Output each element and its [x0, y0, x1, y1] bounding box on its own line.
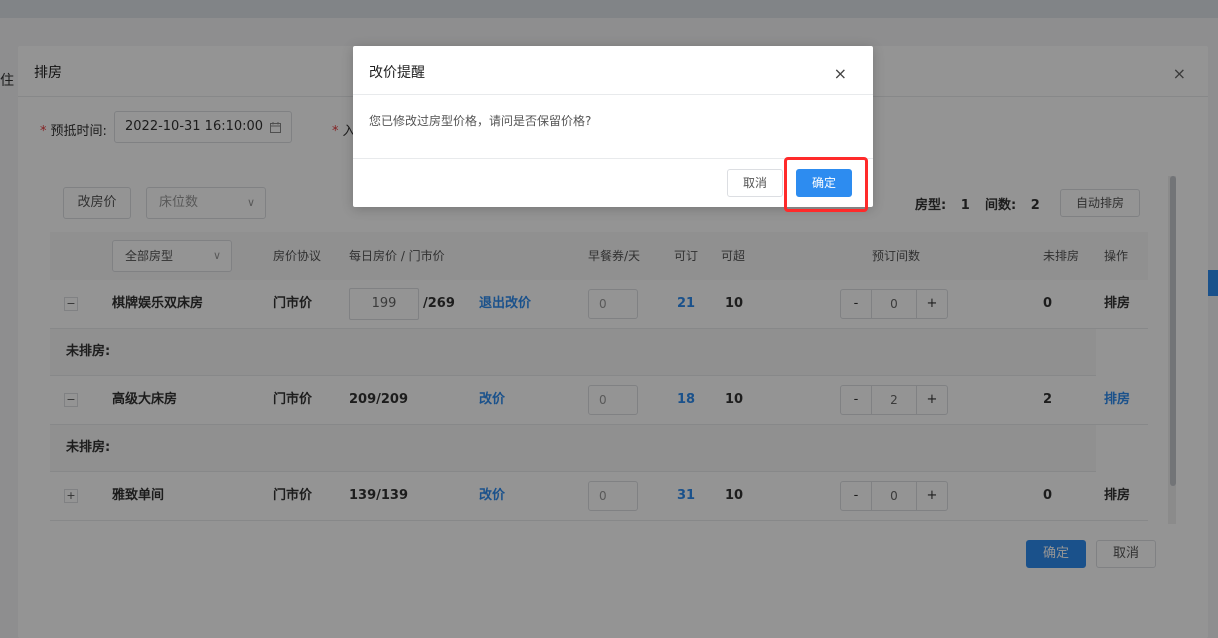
divider [353, 94, 873, 95]
close-icon[interactable]: × [834, 64, 847, 83]
modal-title: 改价提醒 [369, 65, 425, 81]
modal-message: 您已修改过房型价格，请问是否保留价格? [369, 114, 592, 128]
modal-cancel-button[interactable]: 取消 [727, 169, 783, 197]
highlight-box [784, 157, 868, 212]
